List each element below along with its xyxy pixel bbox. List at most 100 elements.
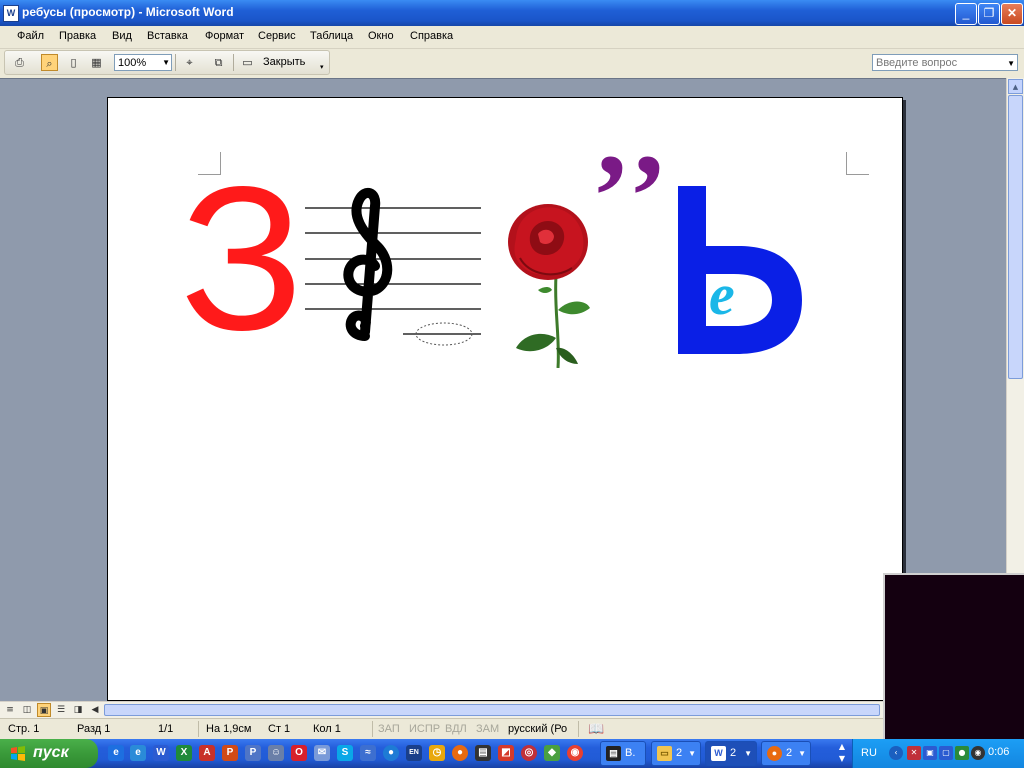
- menu-tools[interactable]: Сервис: [258, 30, 296, 42]
- chevron-down-icon[interactable]: ▼: [1007, 55, 1015, 72]
- tray-back-icon[interactable]: ‹: [889, 746, 903, 760]
- black-overlay-window[interactable]: [883, 573, 1024, 739]
- record-icon[interactable]: ◎: [521, 745, 537, 761]
- task-label: B.: [625, 747, 636, 759]
- menu-table[interactable]: Таблица: [310, 30, 353, 42]
- normal-view-icon[interactable]: ≡: [3, 703, 17, 717]
- web-view-icon[interactable]: ◫: [20, 703, 34, 717]
- taskbar-item-console[interactable]: ▤ B.: [600, 741, 646, 766]
- magnifier-icon[interactable]: ⌕: [41, 54, 58, 71]
- rebus-letter-soft-sign: [678, 186, 802, 354]
- excel-icon[interactable]: X: [176, 745, 192, 761]
- powerpoint-icon[interactable]: P: [222, 745, 238, 761]
- tools-icon[interactable]: ◆: [544, 745, 560, 761]
- start-button[interactable]: пуск: [0, 739, 98, 768]
- menu-format[interactable]: Формат: [205, 30, 244, 42]
- status-ovr[interactable]: ЗАМ: [476, 723, 499, 735]
- toolbar-separator: [233, 54, 234, 71]
- status-trk[interactable]: ИСПР: [409, 723, 440, 735]
- vertical-scroll-thumb[interactable]: [1008, 95, 1023, 379]
- restore-button[interactable]: ❐: [978, 3, 1000, 25]
- skype-icon[interactable]: S: [337, 745, 353, 761]
- firefox-quicklaunch-icon[interactable]: ●: [452, 745, 468, 761]
- ask-question-input[interactable]: Введите вопрос ▼: [872, 54, 1018, 71]
- scroll-up-icon[interactable]: ▲: [1008, 79, 1023, 94]
- status-separator: [198, 721, 199, 737]
- globe-icon[interactable]: ●: [383, 745, 399, 761]
- taskbar-item-word[interactable]: W 2 ▼: [705, 741, 757, 766]
- status-section: Разд 1: [77, 723, 111, 735]
- taskbar-item-folders[interactable]: ▭ 2 ▼: [651, 741, 701, 766]
- word-doc-icon[interactable]: W: [3, 5, 19, 22]
- chevron-down-icon: ▼: [688, 749, 696, 758]
- paint-icon[interactable]: ◩: [498, 745, 514, 761]
- view-ruler-icon[interactable]: ⌖: [181, 54, 198, 71]
- taskbar-item-firefox[interactable]: ● 2 ▼: [761, 741, 811, 766]
- chrome-icon[interactable]: ◉: [567, 745, 583, 761]
- word-quicklaunch-icon[interactable]: W: [153, 745, 169, 761]
- toolbar-options-icon[interactable]: ▾: [320, 63, 324, 71]
- status-language: русский (Ро: [508, 723, 568, 735]
- chevron-down-icon: ▼: [744, 749, 752, 758]
- outline-view-icon[interactable]: ☰: [54, 703, 68, 717]
- status-page: Стр. 1: [8, 723, 40, 735]
- menu-insert[interactable]: Вставка: [147, 30, 188, 42]
- multiple-pages-icon[interactable]: ▦: [88, 54, 105, 71]
- taskbar-scroll-arrows[interactable]: ▲ ▼: [836, 741, 848, 766]
- language-indicator[interactable]: RU: [861, 747, 877, 759]
- print-icon[interactable]: ⎙: [11, 54, 28, 71]
- start-label: пуск: [33, 744, 69, 761]
- shrink-to-fit-icon[interactable]: ⧉: [210, 54, 227, 71]
- status-at: На 1,9см: [206, 723, 252, 735]
- status-ext[interactable]: ВДЛ: [445, 723, 467, 735]
- scroll-left-icon[interactable]: ◀: [88, 703, 102, 717]
- menu-file[interactable]: Файл: [17, 30, 44, 42]
- print-preview-toolbar: ⎙ ⌕ ▯ ▦ 100% ▼ ⌖ ⧉ ▭ Закрыть ▾: [4, 50, 330, 75]
- full-screen-icon[interactable]: ▭: [239, 54, 256, 71]
- taskbar: пуск e e W X A P P ☺ O ✉ S ≈ ● EN ◷ ● ▤ …: [0, 739, 1024, 768]
- chevron-down-icon: ▼: [162, 58, 170, 67]
- status-rec[interactable]: ЗАП: [378, 723, 400, 735]
- one-page-icon[interactable]: ▯: [65, 54, 82, 71]
- reading-view-icon[interactable]: ◨: [71, 703, 85, 717]
- access-icon[interactable]: A: [199, 745, 215, 761]
- rebus-commas: ’’: [591, 129, 675, 262]
- menu-window[interactable]: Окно: [368, 30, 394, 42]
- tray-eye-icon[interactable]: ◉: [971, 746, 985, 760]
- console-quicklaunch-icon[interactable]: ▤: [475, 745, 491, 761]
- menu-edit[interactable]: Правка: [59, 30, 96, 42]
- close-preview-button[interactable]: Закрыть: [263, 56, 305, 68]
- horizontal-scroll-thumb[interactable]: [104, 704, 880, 716]
- publisher-icon[interactable]: P: [245, 745, 261, 761]
- opera-icon[interactable]: O: [291, 745, 307, 761]
- translator-icon[interactable]: EN: [406, 745, 422, 761]
- treble-clef-icon: [343, 187, 393, 341]
- menu-help[interactable]: Справка: [410, 30, 453, 42]
- mail-icon[interactable]: ✉: [314, 745, 330, 761]
- clock-app-icon[interactable]: ◷: [429, 745, 445, 761]
- ie-alt-icon[interactable]: e: [130, 745, 146, 761]
- tray-security-icon[interactable]: ●: [955, 746, 969, 760]
- status-line: Ст 1: [268, 723, 291, 735]
- print-layout-icon[interactable]: ▣: [37, 703, 51, 717]
- tray-network-off-icon[interactable]: ✕: [907, 746, 921, 760]
- minimize-button[interactable]: _: [955, 3, 977, 25]
- menu-view[interactable]: Вид: [112, 30, 132, 42]
- ask-question-placeholder: Введите вопрос: [876, 57, 958, 69]
- spelling-book-icon[interactable]: 📖: [588, 721, 604, 737]
- firefox-icon: ●: [767, 746, 782, 761]
- rose-image: [498, 198, 606, 368]
- wave-icon[interactable]: ≈: [360, 745, 376, 761]
- windows-logo-icon: [11, 746, 25, 761]
- horizontal-scrollbar[interactable]: ≡ ◫ ▣ ☰ ◨ ◀: [0, 701, 883, 719]
- word-icon: W: [711, 746, 726, 761]
- window-title: ребусы (просмотр) - Microsoft Word: [22, 5, 234, 19]
- tray-network-icon[interactable]: ▣: [923, 746, 937, 760]
- user-icon[interactable]: ☺: [268, 745, 284, 761]
- zoom-select[interactable]: 100% ▼: [114, 54, 172, 71]
- ie-icon[interactable]: e: [108, 745, 124, 761]
- clock[interactable]: 0:06: [988, 746, 1009, 758]
- tray-monitor-icon[interactable]: ▢: [939, 746, 953, 760]
- close-button[interactable]: ✕: [1001, 3, 1023, 25]
- folder-icon: ▭: [657, 746, 672, 761]
